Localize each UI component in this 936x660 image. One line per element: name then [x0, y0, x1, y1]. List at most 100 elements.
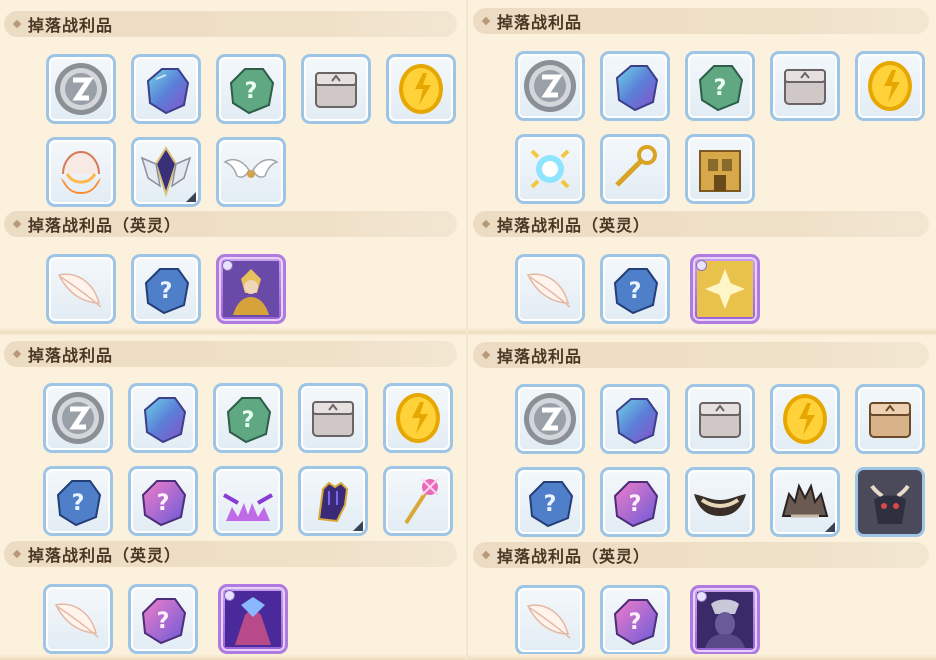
item-slot[interactable]: [770, 51, 840, 121]
silver-coin-icon: [55, 63, 107, 115]
item-slot[interactable]: [298, 383, 368, 453]
item-slot[interactable]: [515, 51, 585, 121]
green-mystery-gem-icon: ?: [698, 65, 744, 112]
item-slot[interactable]: [46, 254, 116, 324]
item-slot[interactable]: ?: [685, 51, 755, 121]
diamond-bullet-icon: [12, 19, 22, 29]
item-slot[interactable]: ?: [128, 466, 198, 536]
item-slot[interactable]: [855, 467, 925, 537]
golden-key-icon: [615, 145, 657, 187]
gold-coin-icon: [868, 61, 912, 111]
item-slot[interactable]: [770, 384, 840, 454]
blue-mystery-gem-icon: ?: [528, 481, 574, 528]
item-slot[interactable]: [600, 384, 670, 454]
item-slot[interactable]: ?: [600, 585, 670, 655]
pink-mystery-gem-icon: ?: [141, 480, 187, 527]
pink-mystery-gem-icon: ?: [141, 598, 187, 645]
heroic-drops-header: 掉落战利品（英灵）: [473, 211, 929, 237]
item-slot[interactable]: [46, 54, 116, 124]
feather-icon: [526, 604, 571, 639]
drops-title: 掉落战利品: [497, 13, 583, 32]
heroic-drops-header: 掉落战利品（英灵）: [4, 541, 457, 567]
diamond-bullet-icon: [481, 550, 491, 560]
drops-title: 掉落战利品: [497, 347, 583, 366]
item-slot[interactable]: ?: [213, 383, 283, 453]
svg-text:?: ?: [245, 79, 258, 104]
item-slot[interactable]: [515, 585, 585, 655]
heroic-drops-header: 掉落战利品（英灵）: [473, 542, 929, 568]
item-slot[interactable]: ?: [131, 254, 201, 324]
item-slot[interactable]: [386, 54, 456, 124]
item-slot[interactable]: [600, 51, 670, 121]
item-slot[interactable]: [515, 134, 585, 204]
item-slot[interactable]: ?: [216, 54, 286, 124]
treasure-chest-icon: [784, 69, 826, 105]
svg-text:?: ?: [157, 609, 170, 634]
heroic-drops-title: 掉落战利品（英灵）: [497, 547, 651, 566]
drops-header: 掉落战利品: [473, 8, 929, 34]
item-slot[interactable]: [383, 466, 453, 536]
drops-header: 掉落战利品: [4, 11, 457, 37]
item-slot[interactable]: [685, 134, 755, 204]
item-slot[interactable]: [855, 384, 925, 454]
item-slot[interactable]: [216, 137, 286, 207]
item-slot[interactable]: [383, 383, 453, 453]
blue-spark-orb-icon: [530, 149, 570, 189]
item-slot[interactable]: ?: [43, 466, 113, 536]
blue-crystal-icon: [146, 68, 190, 115]
feather-icon: [57, 273, 102, 308]
item-slot[interactable]: [515, 384, 585, 454]
item-slot[interactable]: [515, 254, 585, 324]
item-slot[interactable]: [128, 383, 198, 453]
gold-coin-icon: [396, 393, 440, 443]
rank-tag-icon: [696, 591, 707, 602]
treasure-chest-icon: [312, 401, 354, 437]
item-slot[interactable]: [855, 51, 925, 121]
loot-panel-top-right: 掉落战利品 ? 掉落战利品（英灵） ?: [468, 0, 936, 333]
feather-icon: [54, 603, 99, 638]
pink-mystery-gem-icon: ?: [613, 599, 659, 646]
item-slot[interactable]: [690, 585, 760, 655]
blue-crystal-icon: [143, 397, 187, 444]
treasure-chest-icon: [699, 402, 741, 438]
pink-mystery-gem-icon: ?: [613, 481, 659, 528]
item-slot[interactable]: [43, 584, 113, 654]
item-slot[interactable]: [218, 584, 288, 654]
item-slot[interactable]: ?: [515, 467, 585, 537]
item-slot[interactable]: [301, 54, 371, 124]
item-slot[interactable]: [46, 137, 116, 207]
item-slot[interactable]: ?: [600, 467, 670, 537]
loot-panel-bottom-left: 掉落战利品 ? ? ? 掉落战利品（英灵） ?: [0, 335, 466, 660]
item-slot[interactable]: [131, 54, 201, 124]
green-mystery-gem-icon: ?: [229, 68, 275, 115]
silver-coin-icon: [52, 392, 104, 444]
drops-title: 掉落战利品: [28, 346, 114, 365]
item-slot[interactable]: [690, 254, 760, 324]
item-slot[interactable]: [131, 137, 201, 207]
item-slot[interactable]: [600, 134, 670, 204]
gold-coin-icon: [399, 64, 443, 114]
svg-text:?: ?: [629, 279, 642, 304]
item-slot[interactable]: [213, 466, 283, 536]
item-slot[interactable]: ?: [600, 254, 670, 324]
svg-text:?: ?: [157, 491, 170, 516]
silver-coin-icon: [524, 393, 576, 445]
item-slot[interactable]: [298, 466, 368, 536]
item-slot[interactable]: [43, 383, 113, 453]
svg-text:?: ?: [242, 408, 255, 433]
rank-tag-icon: [222, 260, 233, 271]
item-slot[interactable]: [216, 254, 286, 324]
item-slot[interactable]: [685, 467, 755, 537]
corner-marker-icon: [825, 522, 835, 532]
heroic-drops-title: 掉落战利品（英灵）: [28, 546, 182, 565]
heroic-drops-title: 掉落战利品（英灵）: [28, 216, 182, 235]
item-slot[interactable]: [770, 467, 840, 537]
loot-panel-bottom-right: 掉落战利品 ? ? 掉落战利品（英灵） ?: [468, 335, 936, 660]
item-slot[interactable]: ?: [128, 584, 198, 654]
diamond-bullet-icon: [12, 549, 22, 559]
loot-panel-top-left: 掉落战利品 ? 掉落战利品（英灵） ?: [0, 0, 466, 333]
golden-fortress-icon: [699, 150, 741, 192]
item-slot[interactable]: [685, 384, 755, 454]
brown-chest-icon: [869, 402, 911, 438]
corner-marker-icon: [353, 521, 363, 531]
